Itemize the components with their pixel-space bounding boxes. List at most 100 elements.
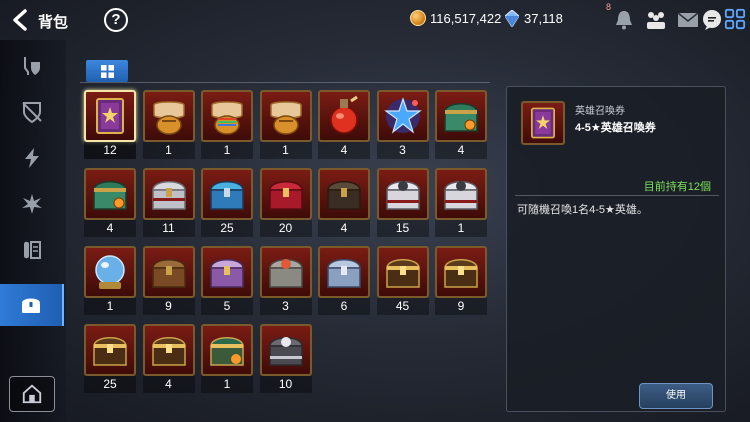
sidebar-item-chests[interactable] (0, 284, 64, 326)
inventory-slot[interactable]: 4 (318, 168, 370, 238)
inventory-slot[interactable]: 1 (259, 90, 312, 160)
item-count: 1 (201, 142, 253, 159)
sidebar-item-armor[interactable] (0, 91, 64, 133)
detail-owned-count: 目前持有12個 (643, 181, 711, 193)
mail-button[interactable] (676, 8, 700, 32)
slot-frame (84, 246, 136, 298)
chat-button[interactable] (700, 8, 724, 32)
item-count: 12 (84, 142, 136, 159)
bell-icon (616, 11, 632, 30)
blue-chest-icon (210, 181, 244, 210)
chat-icon (703, 10, 721, 30)
scroll-swap-icon (24, 241, 41, 259)
steel-chest-icon (327, 259, 361, 288)
item-count: 3 (259, 298, 312, 315)
detail-divider (515, 195, 719, 196)
slot-frame (435, 246, 487, 298)
use-button[interactable]: 使用 (639, 383, 713, 409)
home-button[interactable] (9, 376, 55, 412)
inventory-slot[interactable]: 1 (84, 246, 136, 316)
inventory-slot[interactable]: 25 (201, 168, 253, 238)
grid-icon (100, 64, 114, 78)
slot-frame (259, 246, 312, 298)
slot-frame (376, 168, 429, 220)
back-button[interactable] (10, 9, 32, 31)
inventory-slot[interactable]: 4 (435, 90, 487, 160)
inventory-slot[interactable]: 1 (435, 168, 487, 238)
slot-frame (376, 90, 429, 142)
mail-icon (677, 12, 699, 27)
slot-frame (84, 90, 136, 142)
inventory-slot[interactable]: 4 (84, 168, 136, 238)
back-arrow-icon (13, 9, 27, 31)
item-count: 4 (84, 220, 136, 237)
bell-button[interactable] (612, 8, 636, 32)
inventory-slot[interactable]: 12 (84, 90, 136, 160)
item-count: 25 (84, 376, 136, 393)
gold-chest-icon (385, 259, 420, 288)
inventory-slot[interactable]: 9 (435, 246, 487, 316)
inventory-slot[interactable]: 15 (376, 168, 429, 238)
inventory-slot[interactable]: 11 (142, 168, 195, 238)
slot-frame (318, 168, 370, 220)
gem-currency: 37,118 (505, 10, 563, 27)
inventory-slot[interactable]: 4 (142, 324, 195, 394)
crystal-orb-icon (95, 255, 125, 289)
inventory-slot[interactable]: 45 (376, 246, 429, 316)
inventory-slot[interactable]: 5 (201, 246, 253, 316)
guild-icon (647, 12, 665, 29)
inventory-slot[interactable]: 25 (84, 324, 136, 394)
slot-frame (259, 90, 312, 142)
category-sidebar (0, 40, 66, 422)
slot-frame (201, 168, 253, 220)
slot-frame (142, 90, 195, 142)
item-count: 45 (376, 298, 429, 315)
inventory-slot[interactable]: 20 (259, 168, 312, 238)
item-count: 25 (201, 220, 253, 237)
slot-frame (318, 246, 370, 298)
inventory-slot[interactable]: 6 (318, 246, 370, 316)
inventory-slot[interactable]: 9 (142, 246, 195, 316)
inventory-slot[interactable]: 1 (201, 324, 253, 394)
sidebar-item-skills[interactable] (0, 137, 64, 179)
potion-icon (330, 95, 358, 134)
item-count: 1 (201, 376, 253, 393)
item-count: 15 (376, 220, 429, 237)
item-count: 3 (376, 142, 429, 159)
item-count: 1 (84, 298, 136, 315)
sidebar-item-equipment[interactable] (0, 45, 64, 87)
inventory-slot[interactable]: 4 (318, 90, 370, 160)
sidebar-item-materials[interactable] (0, 183, 64, 225)
inventory-slot[interactable]: 1 (142, 90, 195, 160)
detail-thumbnail (521, 101, 565, 145)
menu-button[interactable] (724, 8, 746, 32)
inventory-slot[interactable]: 3 (259, 246, 312, 316)
guild-button[interactable] (644, 8, 668, 32)
purple-chest-icon (210, 259, 244, 288)
grid-menu-icon (724, 8, 746, 30)
inventory-slot[interactable]: 3 (376, 90, 429, 160)
shard-burst-icon (22, 194, 42, 214)
slot-frame (376, 246, 429, 298)
item-count: 1 (142, 142, 195, 159)
gold-chest-icon (444, 259, 478, 288)
inventory-slot[interactable]: 1 (201, 90, 253, 160)
slot-frame (142, 324, 195, 376)
help-button[interactable]: ? (104, 8, 128, 32)
item-count: 4 (435, 142, 487, 159)
green-gold-chest-icon (210, 337, 244, 366)
scroll-pouch-icon (152, 101, 185, 135)
tab-divider (80, 82, 490, 83)
slot-frame (201, 324, 253, 376)
tab-all-items[interactable] (86, 60, 128, 82)
scroll-pouch-icon (269, 101, 302, 135)
house-icon (22, 384, 42, 404)
slot-frame (435, 90, 487, 142)
sidebar-item-scrolls[interactable] (0, 229, 64, 271)
inventory-slot[interactable]: 10 (259, 324, 312, 394)
gold-chest-icon (93, 337, 127, 366)
rainbow-scroll-pouch-icon (211, 101, 243, 135)
slot-frame (142, 246, 195, 298)
slot-frame (142, 168, 195, 220)
slot-frame (259, 168, 312, 220)
